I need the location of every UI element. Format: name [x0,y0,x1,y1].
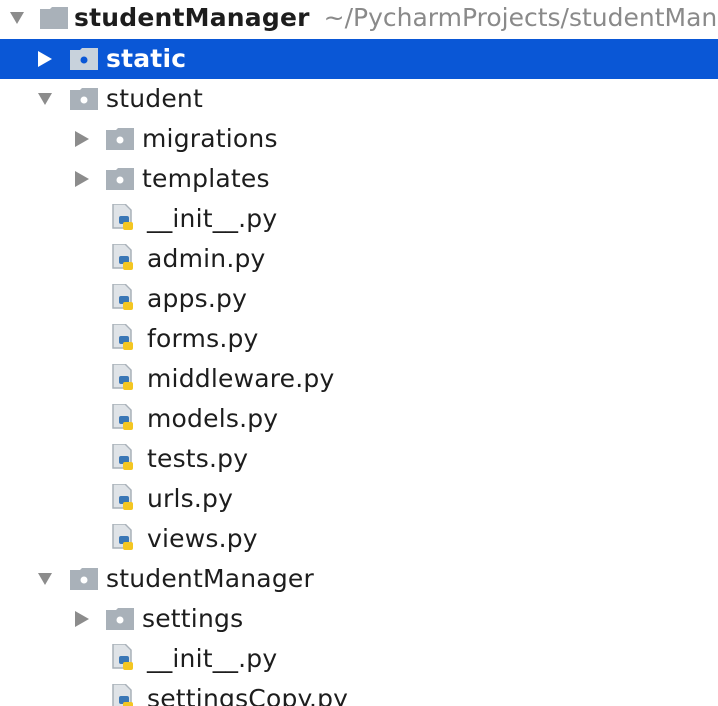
tree-item-label: tests.py [147,444,249,473]
tree-item-label: views.py [147,524,258,553]
tree-item-label: forms.py [147,324,259,353]
chevron-down-icon[interactable] [4,0,30,38]
python-file-icon [111,679,141,706]
project-tree: studentManager ~/PycharmProjects/student… [0,0,718,706]
tree-row-file[interactable]: admin.py [0,239,718,279]
tree-row-studentmanager[interactable]: studentManager [0,559,718,599]
python-file-icon [111,399,141,439]
root-folder-path: ~/PycharmProjects/studentMana [323,3,718,32]
tree-item-label: studentManager [106,564,314,593]
tree-item-label: urls.py [147,484,234,513]
python-file-icon [111,319,141,359]
tree-row-file[interactable]: forms.py [0,319,718,359]
python-file-icon [111,439,141,479]
tree-item-label: static [106,44,187,73]
tree-row-file[interactable]: apps.py [0,279,718,319]
folder-icon [40,0,70,38]
root-folder-label: studentManager [74,3,310,32]
folder-icon [70,79,100,119]
tree-row-file[interactable]: tests.py [0,439,718,479]
folder-icon [70,559,100,599]
tree-row-file[interactable]: settingsCopy.py [0,679,718,706]
tree-item-label: __init__.py [147,204,278,233]
tree-row-file[interactable]: middleware.py [0,359,718,399]
tree-row-migrations[interactable]: migrations [0,119,718,159]
tree-item-label: models.py [147,404,279,433]
tree-row-student[interactable]: student [0,79,718,119]
tree-row-file[interactable]: __init__.py [0,199,718,239]
folder-icon [106,599,136,639]
tree-item-label: settings [142,604,244,633]
python-file-icon [111,279,141,319]
tree-row-settings[interactable]: settings [0,599,718,639]
folder-icon [106,159,136,199]
chevron-down-icon[interactable] [32,79,58,119]
folder-icon [70,39,100,79]
python-file-icon [111,359,141,399]
tree-item-label: admin.py [147,244,266,273]
python-file-icon [111,519,141,559]
tree-item-label: migrations [142,124,278,153]
tree-item-label: middleware.py [147,364,335,393]
tree-item-label: templates [142,164,270,193]
tree-row-file[interactable]: urls.py [0,479,718,519]
chevron-right-icon[interactable] [69,159,95,199]
tree-row-templates[interactable]: templates [0,159,718,199]
tree-row-root[interactable]: studentManager ~/PycharmProjects/student… [0,0,718,38]
tree-item-label: __init__.py [147,644,278,673]
chevron-right-icon[interactable] [69,599,95,639]
python-file-icon [111,239,141,279]
tree-row-file[interactable]: views.py [0,519,718,559]
python-file-icon [111,199,141,239]
folder-icon [106,119,136,159]
tree-item-label: apps.py [147,284,248,313]
tree-item-label: settingsCopy.py [147,684,349,706]
python-file-icon [111,639,141,679]
tree-row-static[interactable]: static [0,39,718,79]
chevron-down-icon[interactable] [32,559,58,599]
tree-row-file[interactable]: models.py [0,399,718,439]
python-file-icon [111,479,141,519]
chevron-right-icon[interactable] [32,39,58,79]
chevron-right-icon[interactable] [69,119,95,159]
tree-item-label: student [106,84,203,113]
tree-row-file[interactable]: __init__.py [0,639,718,679]
